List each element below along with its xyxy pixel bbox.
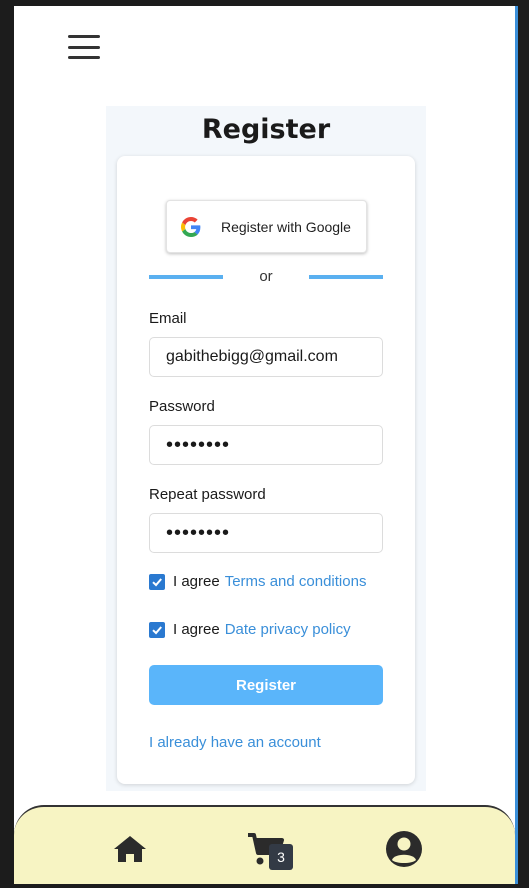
register-button[interactable]: Register [149, 665, 383, 705]
scrollbar-edge [515, 6, 518, 884]
password-value: •••••••• [166, 433, 231, 456]
register-with-google-button[interactable]: Register with Google [166, 200, 367, 253]
password-field[interactable]: •••••••• [149, 425, 383, 465]
hamburger-menu-icon[interactable] [68, 33, 100, 61]
repeat-password-label: Repeat password [149, 486, 266, 503]
email-label: Email [149, 310, 187, 327]
repeat-password-field[interactable]: •••••••• [149, 513, 383, 553]
privacy-prefix: I agree [173, 621, 220, 638]
terms-link[interactable]: Terms and conditions [225, 573, 367, 590]
terms-prefix: I agree [173, 573, 220, 590]
divider-line-right [309, 275, 383, 279]
or-divider: or [149, 268, 383, 290]
page-title: Register [201, 114, 331, 145]
repeat-password-value: •••••••• [166, 521, 231, 544]
google-icon [181, 216, 201, 237]
email-value: gabithebigg@gmail.com [166, 348, 338, 365]
terms-checkbox-row: I agree Terms and conditions [149, 573, 366, 590]
nav-profile[interactable] [384, 829, 424, 869]
email-field[interactable]: gabithebigg@gmail.com [149, 337, 383, 377]
login-link[interactable]: I already have an account [149, 734, 321, 751]
cart-count-badge: 3 [269, 844, 293, 870]
privacy-checkbox-row: I agree Date privacy policy [149, 621, 351, 638]
checkmark-icon [152, 577, 162, 586]
checkmark-icon [152, 625, 162, 634]
app-screen: Register Register with Google or Email g… [14, 6, 515, 884]
user-icon [386, 831, 422, 867]
terms-checkbox[interactable] [149, 573, 165, 590]
nav-home[interactable] [110, 829, 150, 869]
privacy-link[interactable]: Date privacy policy [225, 621, 351, 638]
google-button-label: Register with Google [221, 218, 351, 235]
privacy-checkbox[interactable] [149, 621, 165, 638]
password-label: Password [149, 398, 215, 415]
bottom-nav [14, 805, 515, 884]
home-icon [114, 836, 146, 862]
